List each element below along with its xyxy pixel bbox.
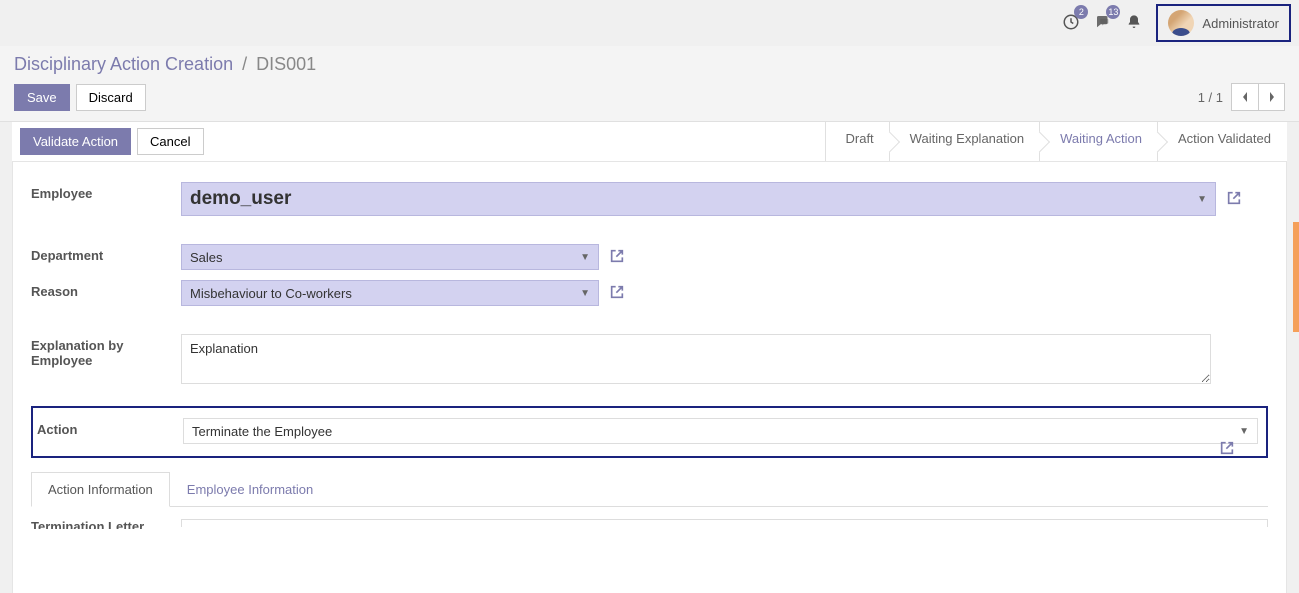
field-employee: demo_user ▼	[181, 182, 1268, 216]
label-department: Department	[31, 244, 181, 263]
cancel-button[interactable]: Cancel	[137, 128, 203, 155]
field-action: Terminate the Employee ▼	[183, 418, 1258, 444]
label-employee: Employee	[31, 182, 181, 201]
top-icons: 2 13	[1062, 13, 1142, 34]
save-button[interactable]: Save	[14, 84, 70, 111]
breadcrumb-title[interactable]: Disciplinary Action Creation	[14, 54, 233, 74]
employee-value: demo_user	[190, 188, 291, 210]
reason-value: Misbehaviour to Co-workers	[190, 286, 352, 301]
avatar	[1168, 10, 1194, 36]
user-name-label: Administrator	[1202, 16, 1279, 31]
statusbar: Draft Waiting Explanation Waiting Action…	[826, 122, 1288, 161]
row-reason: Reason Misbehaviour to Co-workers ▼	[31, 280, 1268, 306]
field-reason: Misbehaviour to Co-workers ▼	[181, 280, 1268, 306]
chevron-down-icon: ▼	[580, 288, 590, 299]
label-reason: Reason	[31, 280, 181, 299]
termination-letter-field[interactable]	[181, 519, 1268, 527]
user-menu[interactable]: Administrator	[1156, 4, 1291, 42]
status-draft[interactable]: Draft	[826, 122, 890, 161]
activity-badge: 2	[1074, 5, 1088, 19]
header: Disciplinary Action Creation / DIS001 Sa…	[0, 46, 1299, 122]
discard-button[interactable]: Discard	[76, 84, 146, 111]
row-employee: Employee demo_user ▼	[31, 182, 1268, 216]
action-value: Terminate the Employee	[192, 424, 332, 439]
status-waiting-action[interactable]: Waiting Action	[1040, 122, 1158, 161]
tab-action-information[interactable]: Action Information	[31, 472, 170, 507]
breadcrumb: Disciplinary Action Creation / DIS001	[14, 54, 1285, 75]
tabs: Action Information Employee Information	[31, 472, 1268, 507]
topbar: 2 13 Administrator	[0, 0, 1299, 46]
department-value: Sales	[190, 250, 223, 265]
explanation-textarea[interactable]	[181, 334, 1211, 384]
discuss-badge: 13	[1106, 5, 1120, 19]
label-termination-letter: Termination Letter	[31, 519, 181, 529]
field-explanation	[181, 334, 1268, 384]
field-department: Sales ▼	[181, 244, 1268, 270]
pager-prev[interactable]	[1232, 84, 1258, 110]
header-buttons: Save Discard	[14, 84, 146, 111]
status-waiting-explanation[interactable]: Waiting Explanation	[890, 122, 1040, 161]
action-external-link-icon[interactable]	[1219, 440, 1235, 459]
reason-select[interactable]: Misbehaviour to Co-workers ▼	[181, 280, 599, 306]
action-highlight-box: Action Terminate the Employee ▼	[31, 406, 1268, 458]
row-action: Action Terminate the Employee ▼	[37, 418, 1258, 444]
department-external-link-icon[interactable]	[609, 248, 625, 267]
header-row: Save Discard 1 / 1	[14, 83, 1285, 111]
pager-next[interactable]	[1258, 84, 1284, 110]
employee-select[interactable]: demo_user ▼	[181, 182, 1216, 216]
chevron-down-icon: ▼	[1197, 194, 1207, 205]
form-sheet: Employee demo_user ▼ Department Sales ▼ …	[12, 162, 1287, 593]
action-select[interactable]: Terminate the Employee ▼	[183, 418, 1258, 444]
row-department: Department Sales ▼	[31, 244, 1268, 270]
activity-icon[interactable]: 2	[1062, 13, 1080, 34]
bell-icon[interactable]	[1126, 14, 1142, 33]
breadcrumb-sep: /	[242, 54, 247, 74]
pager-text: 1 / 1	[1198, 90, 1223, 105]
pager-buttons	[1231, 83, 1285, 111]
actionbar-left: Validate Action Cancel	[12, 122, 212, 161]
status-action-validated[interactable]: Action Validated	[1158, 122, 1287, 161]
label-explanation: Explanation by Employee	[31, 334, 181, 368]
breadcrumb-current: DIS001	[256, 54, 316, 74]
label-action: Action	[37, 418, 183, 437]
validate-action-button[interactable]: Validate Action	[20, 128, 131, 155]
employee-external-link-icon[interactable]	[1226, 190, 1242, 209]
chevron-down-icon: ▼	[1239, 426, 1249, 437]
row-explanation: Explanation by Employee	[31, 334, 1268, 384]
row-termination-letter: Termination Letter	[31, 519, 1268, 529]
reason-external-link-icon[interactable]	[609, 284, 625, 303]
actionbar: Validate Action Cancel Draft Waiting Exp…	[12, 122, 1287, 162]
pager: 1 / 1	[1198, 83, 1285, 111]
side-indicator	[1293, 222, 1299, 332]
chevron-down-icon: ▼	[580, 252, 590, 263]
discuss-icon[interactable]: 13	[1094, 13, 1112, 34]
tab-employee-information[interactable]: Employee Information	[170, 472, 330, 507]
department-select[interactable]: Sales ▼	[181, 244, 599, 270]
